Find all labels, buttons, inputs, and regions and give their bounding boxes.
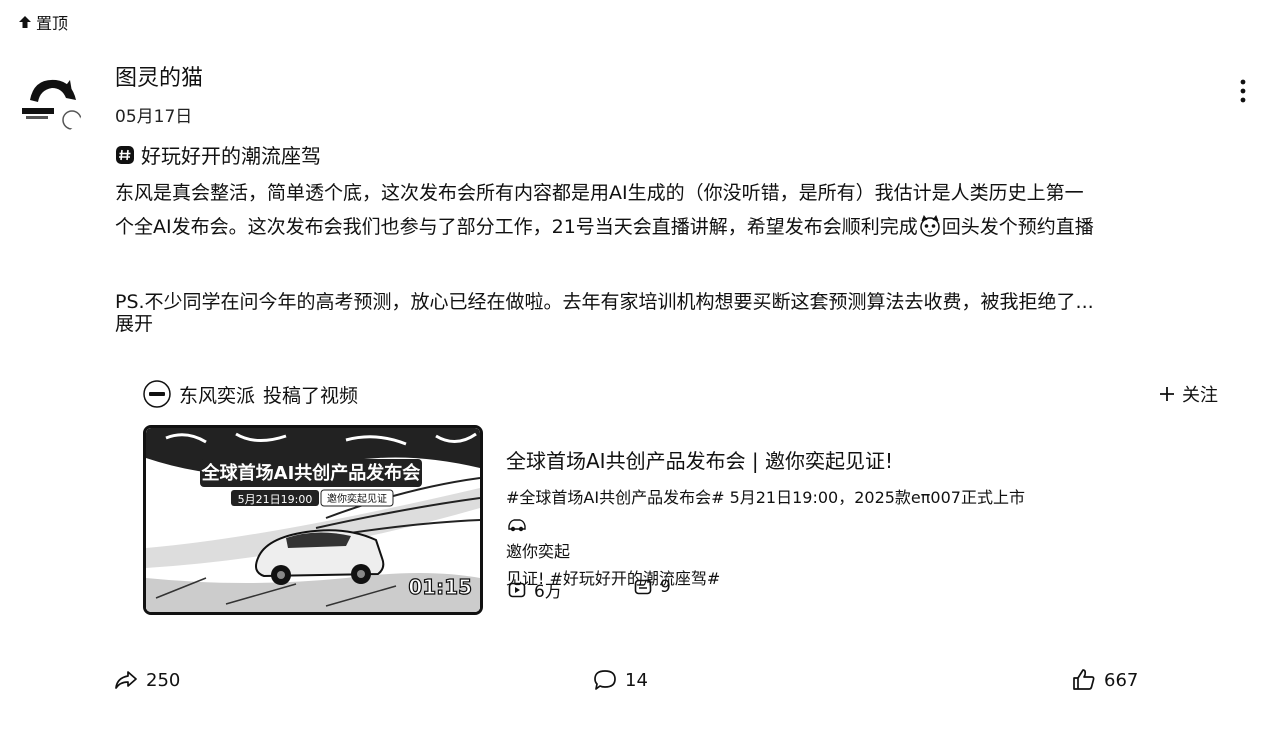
comment-count: 14: [625, 669, 648, 691]
share-count: 250: [146, 669, 181, 691]
play-icon: [508, 582, 526, 597]
follow-label: 关注: [1182, 385, 1218, 406]
share-button[interactable]: 250: [114, 668, 180, 692]
video-title[interactable]: 全球首场AI共创产品发布会 | 邀你奕起见证!: [506, 445, 893, 474]
video-duration: 01:15: [408, 575, 472, 599]
channel-name[interactable]: 东风奕派: [179, 381, 255, 408]
share-icon: [115, 671, 137, 689]
more-options-button[interactable]: [1228, 76, 1258, 106]
post-body: 东风是真会整活，简单透个底，这次发布会所有内容都是用AI生成的（你没听错，是所有…: [115, 176, 1235, 319]
like-count: 667: [1104, 669, 1139, 691]
hashtag-icon: [116, 145, 134, 164]
thumbnail-tag: 邀你奕起见证: [327, 492, 387, 505]
pinned-text: 置顶: [36, 14, 69, 33]
post-body-segment: 个全AI发布会。这次发布会我们也参与了部分工作，21号当天会直播讲解，希望发布会…: [115, 216, 918, 238]
video-description-segment: #全球首场AI共创产品发布会# 5月21日19:00，2025款eπ007正式上…: [506, 488, 1025, 507]
danmaku-count: 9: [634, 577, 671, 597]
cat-emoji-icon: [920, 214, 940, 237]
video-description-line: #全球首场AI共创产品发布会# 5月21日19:00，2025款eπ007正式上…: [506, 484, 1206, 565]
post-body-segment: 回头发个预约直播: [941, 216, 1094, 238]
post-body-line: 东风是真会整活，简单透个底，这次发布会所有内容都是用AI生成的（你没听错，是所有…: [115, 182, 1084, 204]
thumbs-up-icon: [1073, 669, 1095, 690]
pin-up-arrow-icon: [19, 16, 31, 28]
topic-tag[interactable]: 好玩好开的潮流座驾: [115, 140, 321, 169]
thumbnail-subtitle: 5月21日19:00: [238, 493, 313, 506]
car-emoji-icon: [508, 519, 526, 532]
thumbnail-title: 全球首场AI共创产品发布会: [201, 462, 421, 484]
repost-action-text: 投稿了视频: [263, 384, 359, 407]
more-vertical-icon: [1240, 79, 1246, 103]
comment-icon: [594, 670, 616, 690]
comment-button[interactable]: 14: [593, 668, 648, 692]
plus-icon: [1160, 387, 1174, 401]
video-description-segment: 邀你奕起: [506, 542, 571, 561]
expand-link[interactable]: 展开: [115, 310, 153, 338]
author-avatar[interactable]: [18, 70, 84, 136]
like-button[interactable]: 667: [1072, 668, 1138, 692]
follow-button[interactable]: 关注: [1158, 381, 1218, 407]
post-body-line: 个全AI发布会。这次发布会我们也参与了部分工作，21号当天会直播讲解，希望发布会…: [115, 210, 1235, 244]
video-thumbnail[interactable]: 全球首场AI共创产品发布会 5月21日19:00 邀你奕起见证 01:15: [143, 425, 483, 615]
play-count: 6万: [508, 577, 562, 602]
topic-label: 好玩好开的潮流座驾: [141, 144, 321, 168]
post-date: 05月17日: [115, 107, 193, 127]
video-description: #全球首场AI共创产品发布会# 5月21日19:00，2025款eπ007正式上…: [506, 484, 1206, 592]
danmaku-count-value: 9: [660, 577, 671, 597]
video-description-line: 见证! #好玩好开的潮流座驾#: [506, 569, 721, 588]
channel-avatar: [143, 380, 171, 408]
danmaku-icon: [634, 579, 652, 595]
author-name[interactable]: 图灵的猫: [115, 60, 203, 92]
post-body-line: PS.不少同学在问今年的高考预测，放心已经在做啦。去年有家培训机构想要买断这套预…: [115, 291, 1094, 313]
play-count-value: 6万: [534, 582, 562, 602]
repost-header[interactable]: 东风奕派 投稿了视频: [143, 380, 358, 408]
pinned-label: 置顶: [18, 10, 68, 34]
